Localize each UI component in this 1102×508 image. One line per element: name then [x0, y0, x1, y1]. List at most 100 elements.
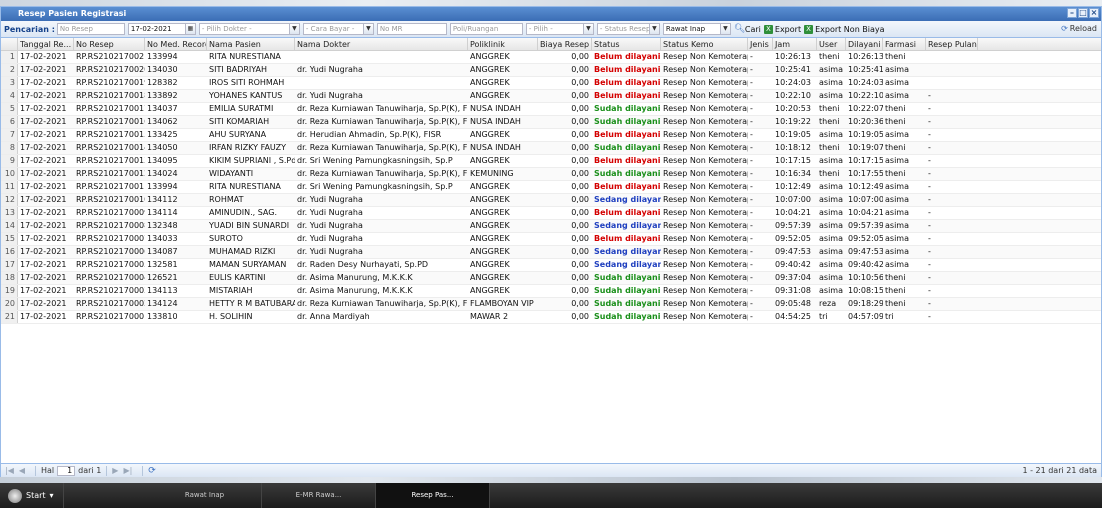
column-header[interactable]: Resep Pulang	[926, 38, 978, 50]
window-titlebar[interactable]: Resep Pasien Registrasi – □ ×	[1, 7, 1101, 21]
table-row[interactable]: 13 17-02-2021 RP.RS2102170009 134114 AMINUDI…	[1, 207, 1101, 220]
table-row[interactable]: 20 17-02-2021 RP.RS2102170002 134124 HETTY R…	[1, 298, 1101, 311]
pilih-select[interactable]: - Pilih - ▼	[525, 23, 594, 35]
no-resep-input[interactable]: No Resep	[56, 23, 125, 35]
chevron-down-icon[interactable]: ▼	[719, 23, 731, 35]
column-header[interactable]: Farmasi	[883, 38, 926, 50]
column-header[interactable]: Dilayani	[846, 38, 883, 50]
cell-tgl: 17-02-2021	[20, 299, 67, 308]
cell-jenis: -	[750, 195, 753, 204]
status-field[interactable]: - Status Resep	[596, 23, 649, 35]
close-icon[interactable]: ×	[1089, 8, 1099, 18]
chevron-down-icon[interactable]: ▼	[648, 23, 660, 35]
column-header[interactable]: Nama Pasien	[207, 38, 295, 50]
export-non-biaya-button[interactable]: X Export Non Biaya	[804, 24, 885, 34]
task-resep-pasien[interactable]: Resep Pas...	[376, 483, 490, 508]
status-select[interactable]: - Status Resep ▼	[596, 23, 660, 35]
export-button[interactable]: X Export	[763, 24, 802, 34]
calendar-icon[interactable]: ▦	[184, 23, 196, 35]
last-page-icon[interactable]: ▶|	[123, 466, 132, 475]
cari-button[interactable]: 🔍︎ Cari	[734, 24, 761, 34]
date-input[interactable]: 17-02-2021	[127, 23, 185, 35]
start-button[interactable]: Start ▾	[0, 483, 64, 508]
minimize-icon[interactable]: –	[1067, 8, 1077, 18]
chevron-down-icon[interactable]: ▼	[288, 23, 300, 35]
column-header[interactable]: Status Kemo	[661, 38, 748, 50]
chevron-down-icon[interactable]: ▼	[362, 23, 374, 35]
table-row[interactable]: 4 17-02-2021 RP.RS2102170018 133892 YOHANES …	[1, 90, 1101, 103]
table-row[interactable]: 12 17-02-2021 RP.RS2102170010 134112 ROHMAT d…	[1, 194, 1101, 207]
column-header[interactable]: Jenis	[748, 38, 773, 50]
cell-pasien: SITI KOMARIAH	[209, 117, 270, 126]
doctor-field[interactable]: - Pilih Dokter -	[198, 23, 289, 35]
prev-page-icon[interactable]: ◀	[19, 466, 25, 475]
cell-user: asima	[819, 78, 843, 87]
task-rawat-inap[interactable]: Rawat Inap	[148, 483, 262, 508]
mr-input[interactable]: No MR	[376, 23, 447, 35]
cell-kemo: Resep Non Kemoterapi	[663, 156, 748, 165]
column-header[interactable]: Tanggal Re...	[18, 38, 74, 50]
table-row[interactable]: 18 17-02-2021 RP.RS2102170004 126521 EULIS K…	[1, 272, 1101, 285]
cell-jenis: -	[750, 78, 753, 87]
cell-biaya: 0,00	[571, 104, 589, 113]
cell-mr: 134112	[147, 195, 178, 204]
care-type-select[interactable]: Rawat Inap ▼	[662, 23, 731, 35]
pager-separator	[35, 465, 37, 476]
table-row[interactable]: 8 17-02-2021 RP.RS2102170014 134050 IRFAN RI…	[1, 142, 1101, 155]
table-row[interactable]: 11 17-02-2021 RP.RS2102170011 133994 RITA NU…	[1, 181, 1101, 194]
maximize-icon[interactable]: □	[1078, 8, 1088, 18]
payment-field[interactable]: - Cara Bayar -	[302, 23, 363, 35]
cell-jam: 09:05:48	[775, 299, 811, 308]
next-page-icon[interactable]: ▶	[112, 466, 118, 475]
cell-jenis: -	[750, 143, 753, 152]
column-header[interactable]: No Resep	[74, 38, 145, 50]
reload-label: Reload	[1069, 24, 1097, 33]
table-row[interactable]: 1 17-02-2021 RP.RS2102170021 133994 RITA NUR…	[1, 51, 1101, 64]
table-row[interactable]: 7 17-02-2021 RP.RS2102170015 133425 AHU SURY…	[1, 129, 1101, 142]
room-input[interactable]: Poli/Ruangan	[449, 23, 523, 35]
refresh-icon[interactable]: ⟳	[148, 466, 156, 476]
column-header[interactable]: Biaya Resep	[538, 38, 592, 50]
cell-mr: 134033	[147, 234, 178, 243]
table-row[interactable]: 19 17-02-2021 RP.RS2102170003 134113 MISTARI…	[1, 285, 1101, 298]
column-header[interactable]: Jam	[773, 38, 817, 50]
table-row[interactable]: 14 17-02-2021 RP.RS2102170008 132348 YUADI B…	[1, 220, 1101, 233]
table-row[interactable]: 17 17-02-2021 RP.RS2102170005 132581 MAMAN S…	[1, 259, 1101, 272]
table-row[interactable]: 10 17-02-2021 RP.RS2102170012 134024 WIDAYAN…	[1, 168, 1101, 181]
table-row[interactable]: 2 17-02-2021 RP.RS2102170020 134030 SITI BAD…	[1, 64, 1101, 77]
cell-resep: RP.RS2102170016	[76, 117, 145, 126]
column-header[interactable]: Poliklinik	[468, 38, 538, 50]
cell-tgl: 17-02-2021	[20, 260, 67, 269]
first-page-icon[interactable]: |◀	[5, 466, 14, 475]
table-row[interactable]: 3 17-02-2021 RP.RS2102170019 128382 IROS SIT…	[1, 77, 1101, 90]
column-header[interactable]: Nama Dokter	[295, 38, 468, 50]
cell-tgl: 17-02-2021	[20, 221, 67, 230]
column-header[interactable]: No Med. Record	[145, 38, 207, 50]
column-header[interactable]: User	[817, 38, 846, 50]
cell-dilayani: 09:18:29	[848, 299, 883, 308]
cell-pulang	[926, 51, 978, 63]
pager-separator	[142, 465, 144, 476]
reload-button[interactable]: ⟳ Reload	[1061, 24, 1097, 33]
table-row[interactable]: 9 17-02-2021 RP.RS2102170013 134095 KIKIM SU…	[1, 155, 1101, 168]
export-label: Export	[774, 24, 802, 34]
pilih-field[interactable]: - Pilih -	[525, 23, 583, 35]
doctor-select[interactable]: - Pilih Dokter - ▼	[198, 23, 300, 35]
cell-dilayani: 10:19:05	[848, 130, 883, 139]
table-row[interactable]: 16 17-02-2021 RP.RS2102170006 134087 MUHAMAD…	[1, 246, 1101, 259]
paging-toolbar: |◀ ◀ Hal 1 dari 1 ▶ ▶| ⟳ 1 - 21 dari 21 …	[1, 463, 1101, 477]
page-input[interactable]: 1	[57, 465, 76, 476]
cell-biaya: 0,00	[571, 143, 589, 152]
chevron-down-icon[interactable]: ▼	[582, 23, 594, 35]
table-row[interactable]: 6 17-02-2021 RP.RS2102170016 134062 SITI KOM…	[1, 116, 1101, 129]
table-row[interactable]: 5 17-02-2021 RP.RS2102170017 134037 EMILIA S…	[1, 103, 1101, 116]
cell-jenis: -	[750, 65, 753, 74]
payment-select[interactable]: - Cara Bayar - ▼	[302, 23, 374, 35]
table-row[interactable]: 15 17-02-2021 RP.RS2102170007 134033 SUROTO d…	[1, 233, 1101, 246]
care-type-field[interactable]: Rawat Inap	[662, 23, 720, 35]
task-emr-rawat[interactable]: E-MR Rawa...	[262, 483, 376, 508]
table-row[interactable]: 21 17-02-2021 RP.RS2102170001 133810 H. SOLI…	[1, 311, 1101, 324]
column-header[interactable]: Status	[592, 38, 661, 50]
cell-kemo: Resep Non Kemoterapi	[663, 234, 748, 243]
date-picker[interactable]: 17-02-2021 ▦	[127, 23, 196, 35]
